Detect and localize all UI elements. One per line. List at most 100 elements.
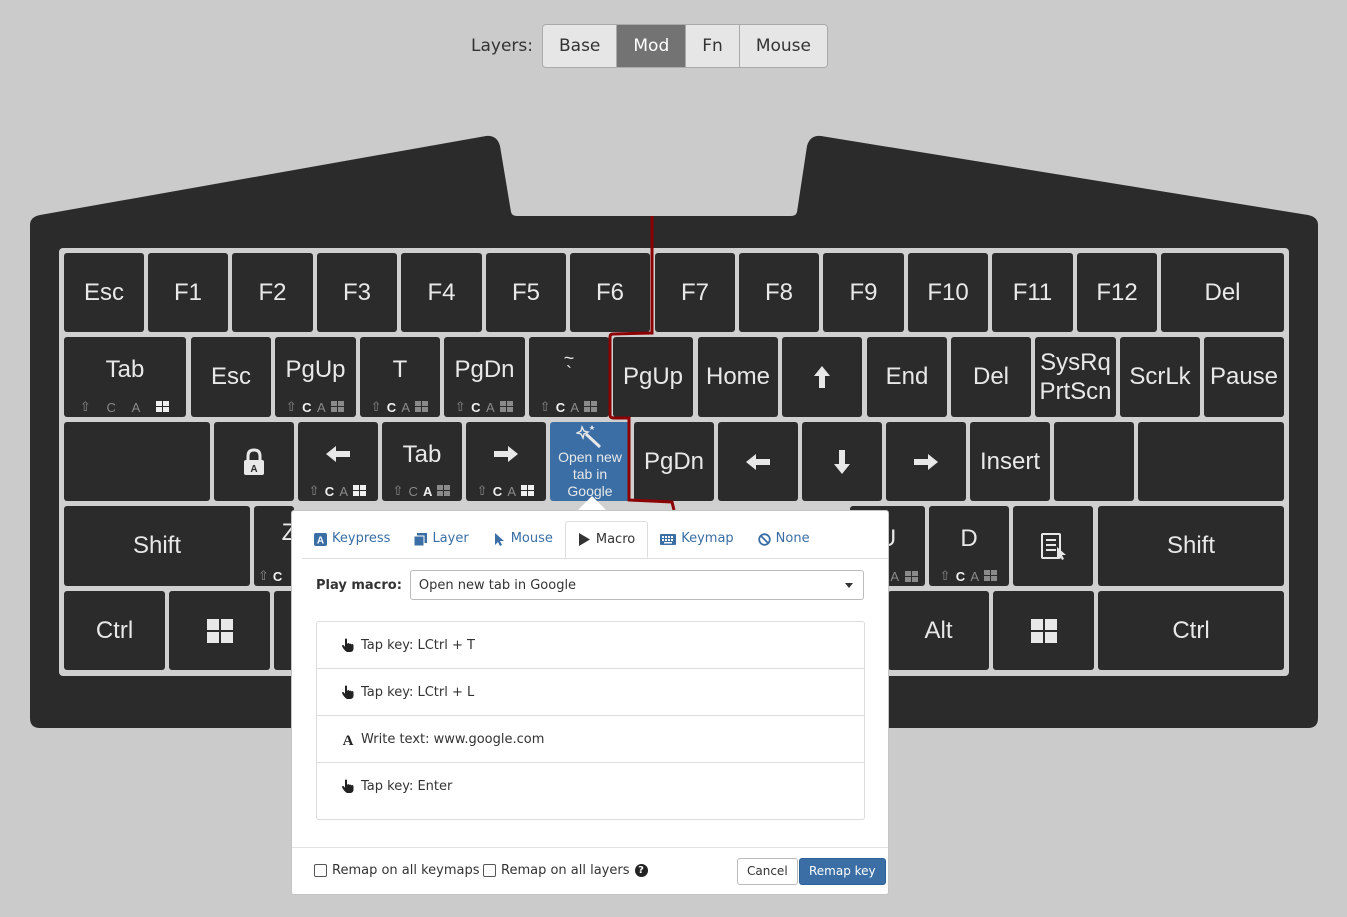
key-tilde[interactable]: ~ ` ⇧ C A: [529, 337, 609, 417]
key-ctrl-left[interactable]: Ctrl: [64, 591, 165, 670]
key-esc-mod[interactable]: Esc: [191, 337, 271, 417]
key-arrow-up[interactable]: [782, 337, 862, 417]
key-f1[interactable]: F1: [148, 253, 228, 332]
key-f5[interactable]: F5: [486, 253, 566, 332]
lock-icon: A: [244, 447, 264, 475]
key-pause[interactable]: Pause: [1204, 337, 1284, 417]
alt-mod: A: [486, 399, 495, 415]
key-label: Shift: [1166, 532, 1216, 560]
key-label: `: [566, 363, 572, 383]
key-arrow-left-mod[interactable]: ⇧ C A: [298, 422, 378, 501]
question-circle-icon[interactable]: ?: [634, 864, 648, 877]
key-alt-right[interactable]: Alt: [888, 591, 989, 670]
play-icon: [578, 533, 590, 546]
key-insert[interactable]: Insert: [970, 422, 1050, 501]
key-f9[interactable]: F9: [823, 253, 904, 332]
tab-keypress[interactable]: A Keypress: [302, 521, 402, 557]
shift-mod-icon: ⇧: [285, 399, 297, 414]
checkbox-label: Remap on all keymaps: [332, 863, 480, 878]
modifier-indicators: ⇧ C A: [382, 483, 462, 499]
key-f12[interactable]: F12: [1077, 253, 1157, 332]
remap-all-layers-checkbox[interactable]: Remap on all layers ?: [483, 863, 648, 878]
key-menu[interactable]: [1013, 506, 1093, 586]
key-del-mod[interactable]: Del: [951, 337, 1031, 417]
key-blank-left[interactable]: [64, 422, 210, 501]
key-label: Insert: [979, 447, 1041, 475]
key-label: PgUp: [622, 363, 684, 391]
key-sysrq-prtscn[interactable]: SysRq PrtScn: [1035, 337, 1116, 417]
modifier-indicators: ⇧ C A: [929, 568, 1009, 584]
key-pgup-left[interactable]: PgUp ⇧ C A: [275, 337, 356, 417]
key-shift-left[interactable]: Shift: [64, 506, 250, 586]
key-scrlk[interactable]: ScrLk: [1120, 337, 1200, 417]
key-label: F8: [764, 278, 793, 306]
checkbox-box[interactable]: [483, 864, 496, 877]
key-f3[interactable]: F3: [317, 253, 397, 332]
key-arrow-right-mod[interactable]: ⇧ C A: [466, 422, 546, 501]
macro-select[interactable]: Open new tab in Google: [409, 570, 864, 600]
tab-keymap[interactable]: Keymap: [648, 521, 745, 557]
windows-mod-icon: [500, 401, 514, 413]
key-del[interactable]: Del: [1161, 253, 1284, 332]
key-pgup-right[interactable]: PgUp: [613, 337, 693, 417]
remap-key-button[interactable]: Remap key: [799, 858, 886, 885]
arrow-right-icon: [914, 453, 938, 470]
alt-mod: A: [131, 399, 141, 415]
key-win-right[interactable]: [993, 591, 1094, 670]
key-home[interactable]: Home: [698, 337, 778, 417]
key-shift-right[interactable]: Shift: [1098, 506, 1284, 586]
key-label: Shift: [132, 532, 182, 560]
key-esc[interactable]: Esc: [64, 253, 144, 332]
tab-mouse[interactable]: Mouse: [481, 521, 565, 557]
modifier-indicators: ⇧ C: [254, 568, 294, 584]
key-f7[interactable]: F7: [655, 253, 735, 332]
macro-action-text: Tap key: LCtrl + T: [361, 637, 475, 653]
key-f2[interactable]: F2: [232, 253, 313, 332]
key-blank-right-2[interactable]: [1138, 422, 1284, 501]
key-pgdn-right[interactable]: PgDn: [634, 422, 714, 501]
key-label: F10: [927, 278, 969, 306]
key-arrow-down[interactable]: [802, 422, 882, 501]
key-t[interactable]: T ⇧ C A: [360, 337, 440, 417]
key-caps-lock[interactable]: A: [214, 422, 294, 501]
remap-all-keymaps-checkbox[interactable]: Remap on all keymaps: [314, 863, 480, 878]
key-blank-right-1[interactable]: [1054, 422, 1134, 501]
key-arrow-right[interactable]: [886, 422, 966, 501]
caret-down-icon: [845, 583, 853, 588]
alt-mod: A: [507, 483, 517, 499]
key-d[interactable]: D ⇧ C A: [929, 506, 1009, 586]
key-pgdn-left[interactable]: PgDn ⇧ C A: [444, 337, 525, 417]
key-z-partial[interactable]: Z ⇧ C: [254, 506, 296, 586]
key-label-top: SysRq: [1040, 348, 1111, 376]
key-label: PgDn: [454, 356, 515, 384]
cancel-button[interactable]: Cancel: [737, 858, 798, 885]
tab-layer[interactable]: Layer: [402, 521, 480, 557]
checkbox-box[interactable]: [314, 864, 327, 877]
key-arrow-left[interactable]: [718, 422, 798, 501]
tab-none[interactable]: None: [746, 521, 822, 557]
key-tab-mod[interactable]: Tab ⇧ C A: [382, 422, 462, 501]
key-f4[interactable]: F4: [401, 253, 482, 332]
key-end[interactable]: End: [867, 337, 947, 417]
action-type-tabs: A Keypress Layer Mouse Macro Keymap None: [302, 521, 888, 559]
key-ctrl-right[interactable]: Ctrl: [1098, 591, 1284, 670]
arrow-up-icon: [814, 366, 830, 388]
tab-macro[interactable]: Macro: [564, 521, 649, 558]
key-label: PgUp: [285, 356, 346, 384]
key-f8[interactable]: F8: [739, 253, 819, 332]
key-label: End: [885, 363, 929, 391]
key-f6[interactable]: F6: [570, 253, 650, 332]
key-win-left[interactable]: [169, 591, 270, 670]
key-label: Ctrl: [95, 616, 134, 644]
tab-label: Layer: [432, 531, 469, 546]
windows-icon: [206, 618, 233, 643]
key-macro-selected[interactable]: Open new tab in Google: [550, 422, 630, 501]
macro-select-value: Open new tab in Google: [418, 577, 577, 593]
key-tab[interactable]: Tab ⇧ C A: [64, 337, 186, 417]
tab-label: Keypress: [332, 531, 391, 546]
arrow-left-icon: [746, 453, 770, 470]
key-f10[interactable]: F10: [908, 253, 988, 332]
shift-mod-icon: ⇧: [79, 399, 91, 414]
key-f11[interactable]: F11: [992, 253, 1073, 332]
modifier-indicators: ⇧ C A: [444, 399, 525, 415]
